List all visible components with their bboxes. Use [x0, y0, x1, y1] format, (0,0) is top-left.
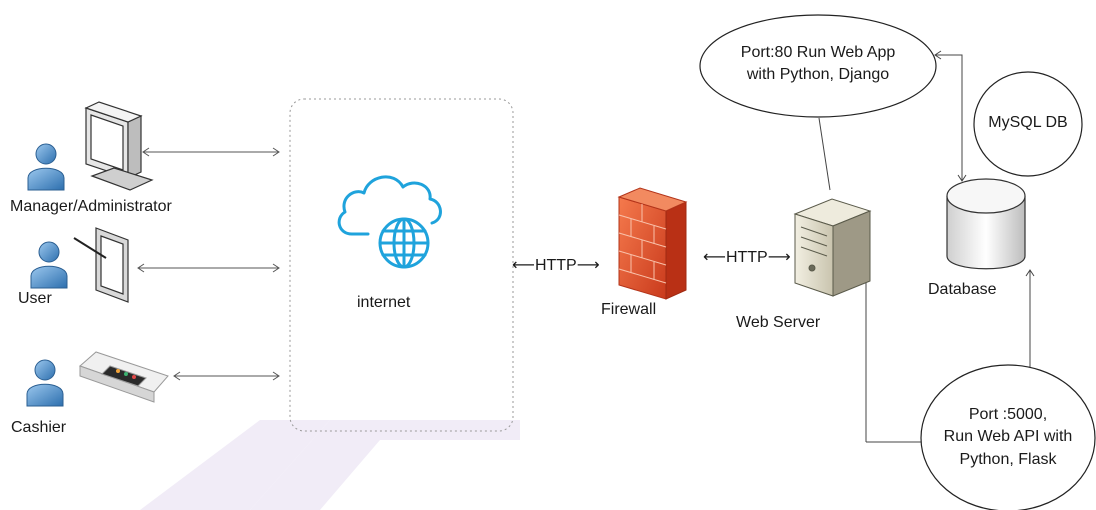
database-label: Database	[928, 281, 997, 298]
cloud-globe-icon	[337, 175, 442, 269]
firewall-label: Firewall	[601, 301, 657, 318]
cashier-label: Cashier	[11, 419, 67, 436]
internet-label: internet	[357, 294, 411, 311]
watermark	[140, 420, 520, 510]
web-app-text: Port:80 Run Web App with Python, Django	[718, 42, 918, 87]
web-app-line: with Python, Django	[746, 66, 890, 84]
web-api-text: Port :5000, Run Web API with Python, Fla…	[930, 404, 1086, 471]
person-icon	[30, 241, 68, 289]
person-icon	[27, 143, 65, 191]
firewall-brick-icon	[617, 187, 688, 300]
person-icon	[26, 359, 64, 407]
pos-terminal-icon	[79, 351, 169, 403]
web-server-label: Web Server	[736, 314, 821, 331]
mysql-line: MySQL DB	[988, 114, 1068, 131]
web-api-line: Port :5000,	[968, 406, 1048, 423]
database-cylinder-icon	[946, 178, 1026, 270]
web-api-line: Run Web API with	[943, 428, 1073, 446]
user-label: User	[18, 290, 52, 307]
client-links	[137, 147, 280, 381]
tablet-icon	[73, 227, 129, 303]
web-api-line: Python, Flask	[959, 450, 1057, 468]
web-app-line: Port:80 Run Web App	[740, 44, 896, 61]
http-right-label: ⟵HTTP⟶	[703, 249, 791, 266]
mysql-text: MySQL DB	[978, 112, 1078, 134]
monitor-icon	[84, 101, 154, 191]
http-left-label: ⟵HTTP⟶	[512, 257, 600, 274]
manager-label: Manager/Administrator	[10, 198, 172, 215]
server-tower-icon	[793, 198, 872, 297]
